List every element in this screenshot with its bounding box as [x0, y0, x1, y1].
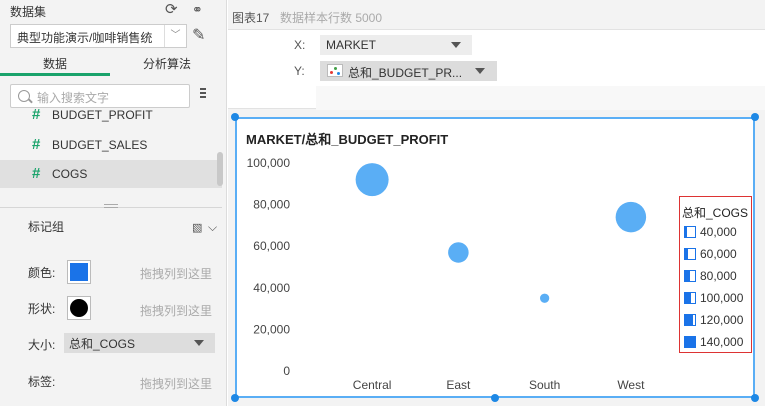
tab-analysis[interactable]: 分析算法 — [112, 55, 222, 73]
tab-data[interactable]: 数据 — [0, 55, 110, 76]
chart-name: 图表17 — [232, 11, 270, 25]
shape-swatch[interactable] — [67, 296, 91, 320]
dataset-value: 典型功能演示/咖啡销售统 — [17, 31, 153, 45]
circle-shape-icon — [70, 299, 88, 317]
y-tick-label: 60,000 — [253, 239, 290, 253]
bubble-south[interactable] — [540, 293, 550, 303]
mark-group-title: 标记组 — [28, 220, 65, 234]
menu-icon[interactable] — [200, 88, 208, 100]
axis-config-panel: X: MARKET Y: 总和_BUDGET_PR... — [228, 29, 765, 110]
bubble-east[interactable] — [448, 242, 469, 263]
field-list: # BUDGET_PROFIT # BUDGET_SALES # COGS — [0, 101, 222, 201]
legend-label: 60,000 — [700, 247, 737, 261]
y-tick-label: 40,000 — [253, 281, 290, 295]
dataset-label: 数据集 — [10, 5, 47, 19]
edit-icon[interactable]: ✎ — [192, 28, 205, 44]
scatter-chart-icon — [327, 64, 343, 77]
size-swatch-icon — [684, 336, 696, 348]
shape-drop-zone[interactable]: 拖拽列到这里 — [140, 302, 212, 319]
x-tick-label: South — [529, 378, 560, 392]
bubble-west[interactable] — [615, 201, 647, 233]
resize-handle-top-right[interactable] — [751, 113, 759, 121]
x-tick-label: East — [446, 378, 471, 392]
mark-settings-icon[interactable]: ▧ — [192, 221, 202, 236]
left-panel: 数据集 ⟳ ⚭ 典型功能演示/咖啡销售统 ﹀ ✎ 数据 分析算法 输入搜索文字 … — [0, 0, 227, 406]
field-list-scrollbar[interactable] — [217, 152, 223, 186]
chart-container[interactable]: MARKET/总和_BUDGET_PROFIT 100,000 80,000 60,… — [235, 117, 755, 398]
x-tick-label: Central — [353, 378, 392, 392]
chevron-down-icon[interactable]: ﹀ — [164, 25, 186, 47]
field-item-budget-sales[interactable]: # BUDGET_SALES — [0, 131, 222, 159]
refresh-icon[interactable]: ⟳ — [165, 2, 178, 17]
bubble-central[interactable] — [355, 163, 389, 197]
y-tick-label: 100,000 — [247, 156, 291, 170]
field-item-budget-profit[interactable]: # BUDGET_PROFIT — [0, 101, 222, 129]
tag-label: 标签: — [28, 375, 56, 389]
size-legend: 总和_COGS 40,000 60,000 80,000 100,000 120,000… — [679, 196, 752, 353]
y-tick-label: 20,000 — [253, 322, 290, 336]
numeric-field-icon: # — [32, 106, 41, 123]
color-swatch[interactable] — [67, 260, 91, 284]
size-swatch-icon — [684, 292, 696, 304]
dropdown-arrow-icon[interactable] — [194, 340, 204, 346]
color-fill — [70, 263, 88, 281]
dataset-link-icon[interactable]: ⚭ — [192, 2, 203, 17]
size-swatch-icon — [684, 248, 696, 260]
color-label: 颜色: — [28, 266, 56, 280]
dropdown-arrow-icon[interactable] — [451, 42, 461, 48]
field-item-cogs[interactable]: # COGS — [0, 160, 222, 188]
size-label: 大小: — [28, 338, 56, 352]
dropdown-arrow-icon[interactable] — [475, 68, 485, 74]
bubble-chart: 100,000 80,000 60,000 40,000 20,000 0 Central E… — [247, 156, 647, 392]
legend-label: 120,000 — [700, 313, 744, 327]
y-axis-label: Y: — [294, 64, 305, 78]
y-axis-field[interactable]: 总和_BUDGET_PR... — [320, 61, 497, 81]
y-tick-label: 0 — [283, 364, 290, 378]
resize-handle-bottom[interactable] — [491, 394, 499, 402]
splitter-grip-icon[interactable] — [104, 204, 118, 208]
size-swatch-icon — [684, 270, 696, 282]
legend-title: 总和_COGS — [682, 206, 749, 220]
y-tick-label: 80,000 — [253, 198, 290, 212]
shape-label: 形状: — [28, 302, 56, 316]
size-swatch-icon — [684, 226, 696, 238]
legend-label: 100,000 — [700, 291, 744, 305]
numeric-field-icon: # — [32, 136, 41, 153]
color-drop-zone[interactable]: 拖拽列到这里 — [140, 265, 212, 282]
dataset-select[interactable]: 典型功能演示/咖啡销售统 ﹀ — [10, 24, 187, 48]
legend-label: 40,000 — [700, 225, 737, 239]
size-field-select[interactable]: 总和_COGS — [64, 333, 215, 353]
numeric-field-icon: # — [32, 165, 41, 182]
tag-drop-zone[interactable]: 拖拽列到这里 — [140, 375, 212, 392]
right-panel: 图表17 数据样本行数 5000 X: MARKET Y: 总和_BUDGET_… — [228, 0, 765, 406]
resize-handle-top-left[interactable] — [231, 113, 239, 121]
chevron-down-icon[interactable]: ⌵ — [208, 220, 217, 235]
resize-handle-bottom-right[interactable] — [751, 394, 759, 402]
left-tabs: 数据 分析算法 — [0, 55, 222, 76]
extra-field-zone[interactable] — [316, 86, 765, 110]
x-tick-label: West — [617, 378, 645, 392]
size-swatch-icon — [684, 314, 696, 326]
x-axis-label: X: — [294, 38, 306, 52]
x-axis-field[interactable]: MARKET — [320, 35, 472, 55]
row-count: 数据样本行数 5000 — [280, 11, 383, 25]
legend-label: 140,000 — [700, 335, 744, 349]
resize-handle-bottom-left[interactable] — [231, 394, 239, 402]
legend-label: 80,000 — [700, 269, 737, 283]
